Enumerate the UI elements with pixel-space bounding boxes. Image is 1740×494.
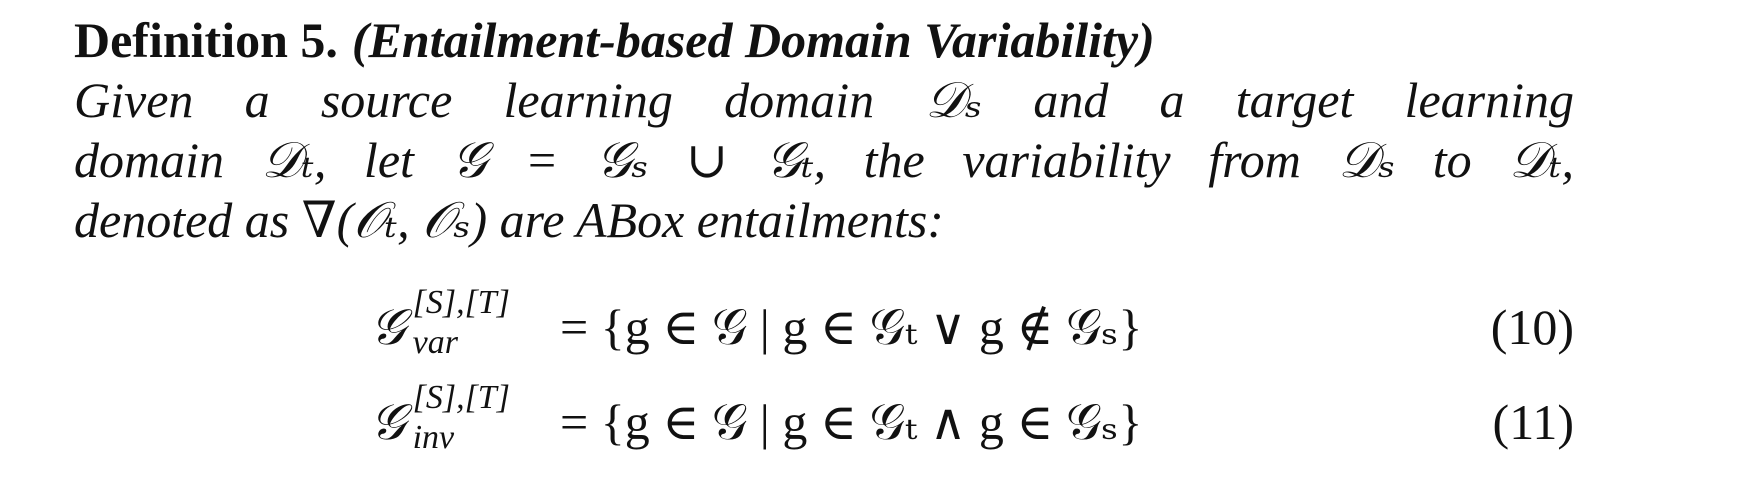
- definition-body: Given a source learning domain 𝒟ₛ and a …: [74, 70, 1574, 250]
- equation-11-number: (11): [1492, 394, 1574, 450]
- equation-11-subscript: inv: [412, 419, 455, 456]
- equation-10-symbol: 𝒢: [370, 298, 407, 356]
- definition-line-2: domain 𝒟ₜ, let 𝒢 = 𝒢ₛ ∪ 𝒢ₜ, the variabil…: [74, 132, 1574, 188]
- equation-10-lhs: 𝒢 [S],[T] var: [370, 284, 557, 361]
- definition-block: Definition 5. (Entailment-based Domain Va…: [74, 10, 1574, 250]
- definition-line-1: Given a source learning domain 𝒟ₛ and a …: [74, 72, 1574, 128]
- equation-10-number: (10): [1490, 299, 1574, 355]
- equation-10: 𝒢 [S],[T] var = {g ∈ 𝒢 | g ∈ 𝒢ₜ ∨ g ∉ 𝒢ₛ} …: [370, 284, 1574, 370]
- equation-10-superscript: [S],[T]: [412, 284, 510, 321]
- equation-11: 𝒢 [S],[T] inv = {g ∈ 𝒢 | g ∈ 𝒢ₜ ∧ g ∈ 𝒢ₛ} …: [370, 379, 1574, 465]
- equation-11-superscript: [S],[T]: [412, 379, 510, 416]
- equation-10-rhs: = {g ∈ 𝒢 | g ∈ 𝒢ₜ ∨ g ∉ 𝒢ₛ}: [560, 299, 1143, 355]
- definition-heading: Definition 5. (Entailment-based Domain Va…: [74, 10, 1574, 70]
- equation-10-subscript: var: [412, 324, 458, 361]
- equation-11-symbol: 𝒢: [370, 393, 407, 451]
- equation-11-rhs: = {g ∈ 𝒢 | g ∈ 𝒢ₜ ∧ g ∈ 𝒢ₛ}: [560, 394, 1143, 450]
- definition-title: (Entailment-based Domain Variability): [351, 12, 1155, 68]
- definition-label: Definition 5.: [74, 12, 338, 68]
- paper-excerpt: Definition 5. (Entailment-based Domain Va…: [0, 0, 1740, 494]
- equation-11-lhs: 𝒢 [S],[T] inv: [370, 379, 557, 456]
- definition-line-3: denoted as ∇(𝒪ₜ, 𝒪ₛ) are ABox entailment…: [74, 192, 944, 248]
